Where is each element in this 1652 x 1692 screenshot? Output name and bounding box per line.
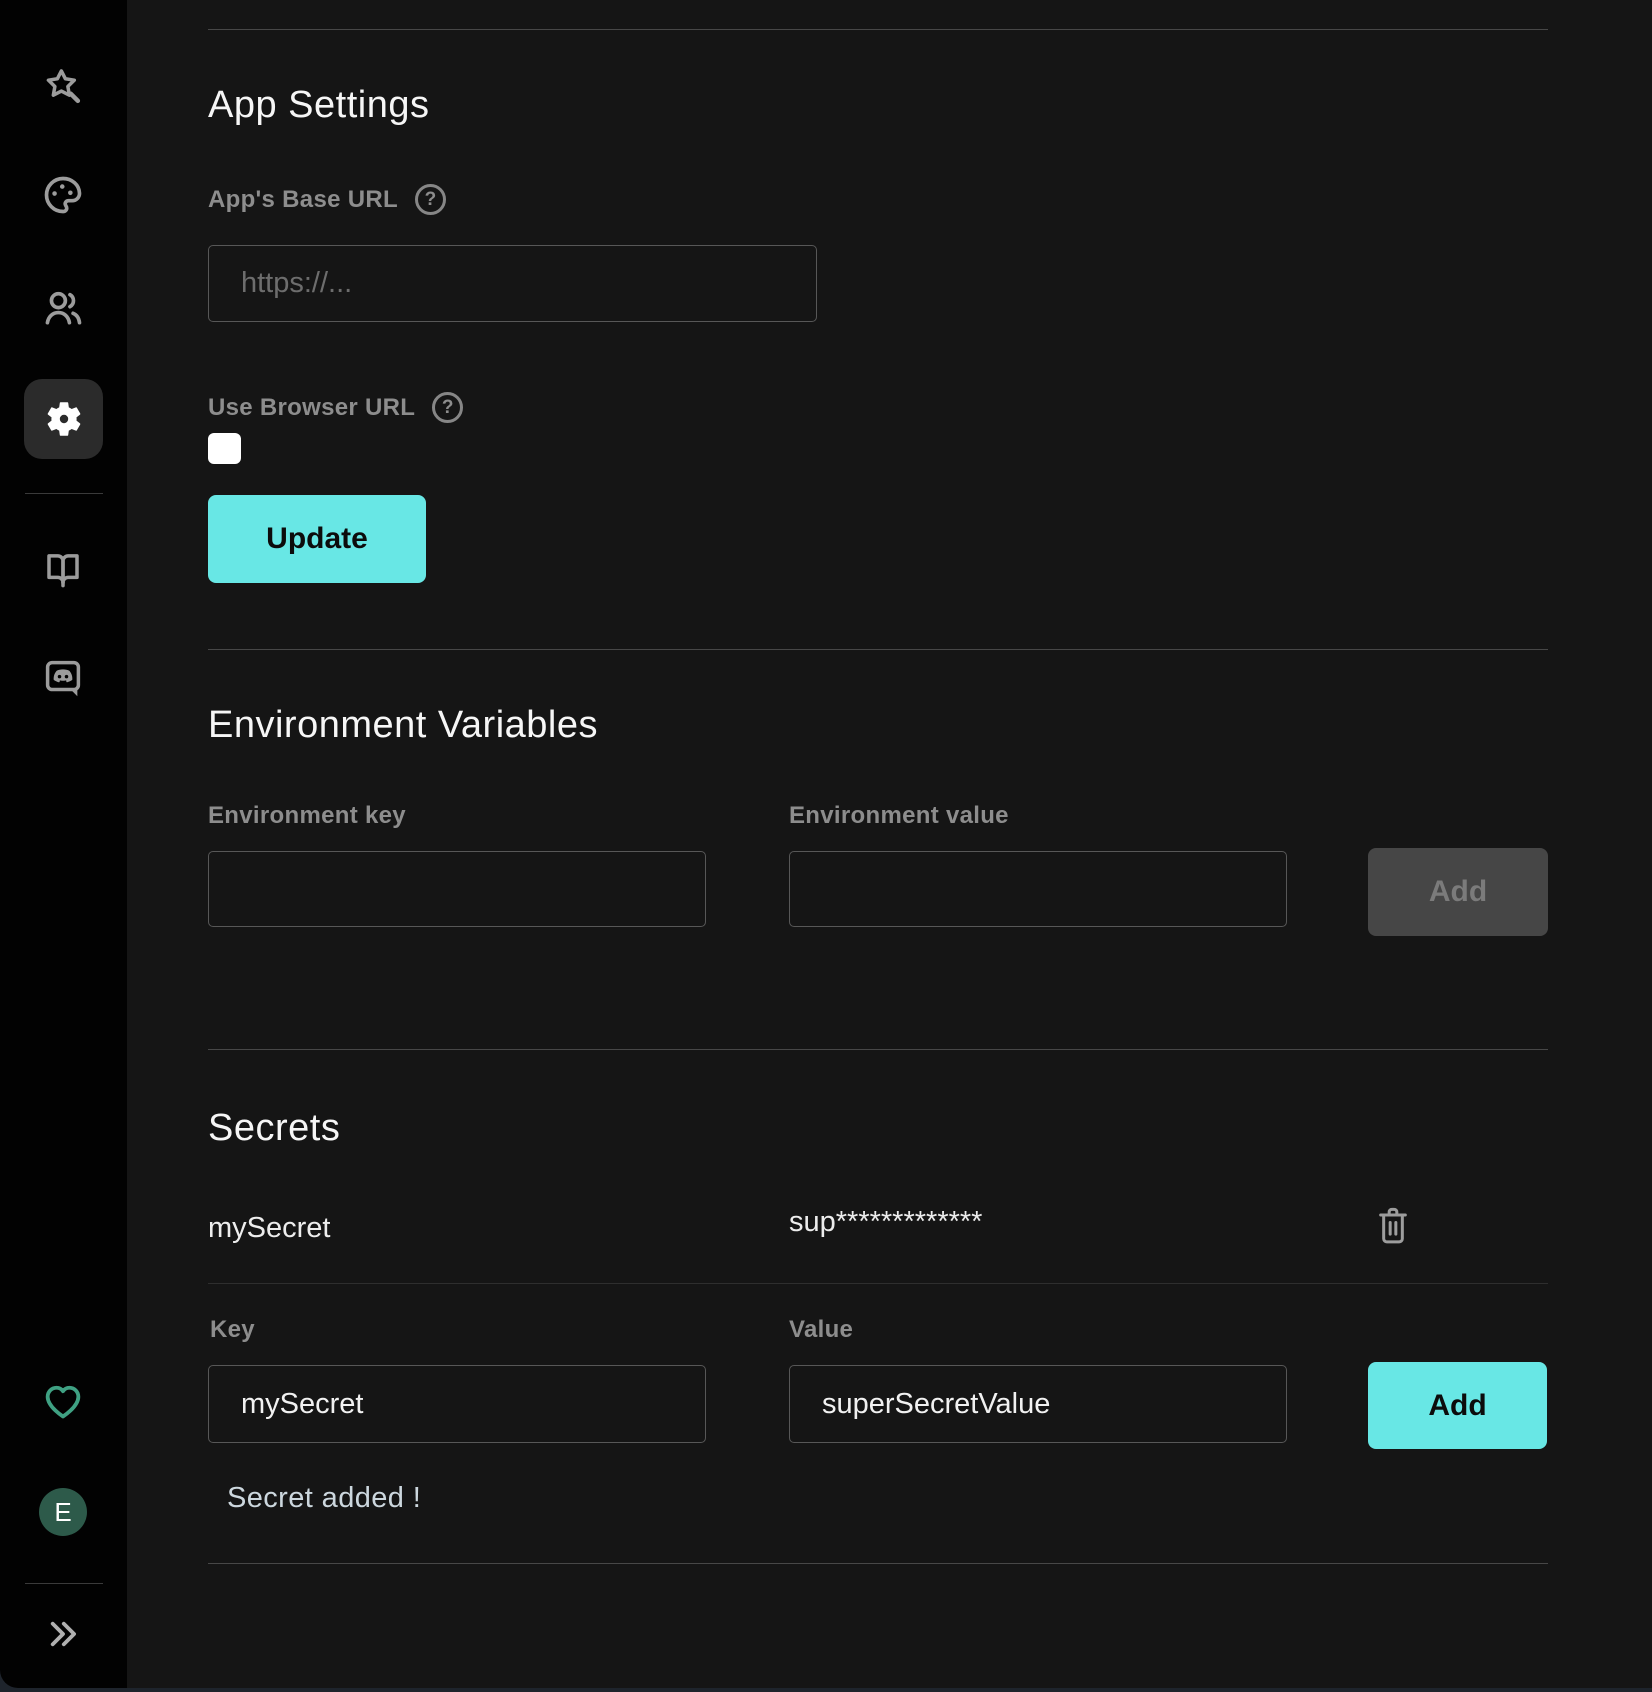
secrets-title: Secrets (208, 1107, 340, 1150)
base-url-label-row: App's Base URL ? (208, 184, 446, 215)
help-icon[interactable]: ? (432, 392, 463, 423)
sidebar-item-users[interactable] (41, 286, 85, 330)
sidebar-item-magic-wand[interactable] (43, 66, 85, 108)
avatar[interactable]: E (39, 1488, 87, 1536)
sidebar-item-settings-selected[interactable] (24, 379, 103, 459)
use-browser-url-label-row: Use Browser URL ? (208, 392, 463, 423)
app-settings-title: App Settings (208, 84, 429, 127)
palette-icon (41, 173, 85, 217)
use-browser-url-checkbox[interactable] (208, 433, 241, 464)
sidebar-divider (25, 493, 103, 494)
discord-icon (42, 657, 84, 699)
sidebar-item-discord[interactable] (42, 657, 84, 699)
environment-value-input[interactable] (789, 851, 1287, 927)
help-icon[interactable]: ? (415, 184, 446, 215)
heart-icon (40, 1377, 86, 1423)
secret-key-label: Key (210, 1316, 255, 1344)
section-divider (208, 1049, 1548, 1050)
magic-wand-icon (43, 66, 85, 108)
base-url-input[interactable] (208, 245, 817, 322)
sidebar-item-theme[interactable] (41, 173, 85, 217)
sidebar-divider (25, 1583, 103, 1584)
sidebar-item-docs[interactable] (42, 548, 84, 590)
gear-icon (43, 398, 85, 440)
secret-masked-value: sup************* (789, 1206, 982, 1239)
environment-key-label: Environment key (208, 802, 406, 830)
environment-add-button[interactable]: Add (1368, 848, 1548, 936)
environment-value-label: Environment value (789, 802, 1009, 830)
update-button[interactable]: Update (208, 495, 426, 583)
users-icon (41, 286, 85, 330)
secret-value-label: Value (789, 1316, 853, 1344)
trash-icon (1373, 1203, 1413, 1247)
delete-secret-button[interactable] (1373, 1203, 1413, 1247)
section-divider (208, 1563, 1548, 1564)
settings-page: App Settings App's Base URL ? Use Browse… (127, 0, 1652, 1688)
secret-add-button[interactable]: Add (1368, 1362, 1547, 1449)
sidebar-item-favorites[interactable] (40, 1377, 86, 1423)
secret-value-input[interactable] (789, 1365, 1287, 1443)
sidebar: E (0, 0, 127, 1688)
book-icon (42, 548, 84, 590)
secret-added-status: Secret added ! (227, 1482, 421, 1515)
chevrons-right-icon (44, 1615, 82, 1653)
use-browser-url-label: Use Browser URL (208, 394, 415, 422)
section-divider (208, 649, 1548, 650)
environment-key-input[interactable] (208, 851, 706, 927)
secret-key: mySecret (208, 1212, 330, 1245)
section-divider (208, 29, 1548, 30)
section-divider (208, 1283, 1548, 1284)
secret-key-input[interactable] (208, 1365, 706, 1443)
environment-variables-title: Environment Variables (208, 704, 598, 747)
collapse-sidebar-button[interactable] (44, 1615, 82, 1653)
base-url-label: App's Base URL (208, 186, 398, 214)
